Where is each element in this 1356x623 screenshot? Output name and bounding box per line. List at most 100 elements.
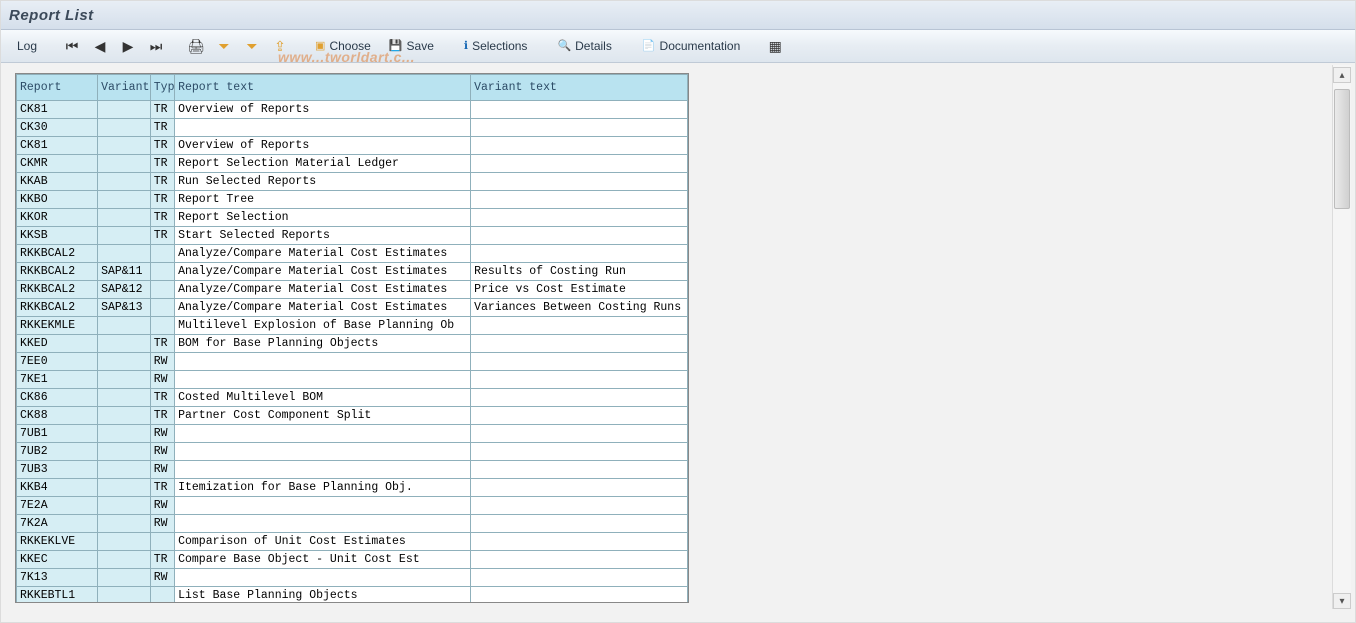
table-row[interactable]: 7UB1RW [17, 425, 688, 443]
report-table[interactable]: Report Variant Typ Report text Variant t… [16, 74, 688, 603]
choose-button[interactable]: ▣ Choose [309, 35, 377, 57]
col-header-report-text[interactable]: Report text [175, 75, 471, 101]
table-row[interactable]: CK30 TR [17, 119, 688, 137]
prev-page-icon[interactable]: ◀ [89, 35, 111, 57]
table-row[interactable]: RKKBCAL2SAP&13Analyze/Compare Material C… [17, 299, 688, 317]
table-row[interactable]: 7UB3RW [17, 461, 688, 479]
documentation-icon: 📄 [642, 41, 656, 52]
table-cell [150, 245, 174, 263]
table-cell [471, 155, 688, 173]
table-row[interactable]: RKKBCAL2SAP&12Analyze/Compare Material C… [17, 281, 688, 299]
table-row[interactable]: 7K2ARW [17, 515, 688, 533]
table-cell [98, 587, 151, 604]
col-header-variant[interactable]: Variant [98, 75, 151, 101]
table-cell [150, 263, 174, 281]
table-cell: RW [150, 461, 174, 479]
table-row[interactable]: 7EE0RW [17, 353, 688, 371]
table-cell: BOM for Base Planning Objects [175, 335, 471, 353]
table-cell: Costed Multilevel BOM [175, 389, 471, 407]
scroll-up-arrow-icon[interactable]: ▴ [1333, 67, 1351, 83]
table-row[interactable]: KKSBTRStart Selected Reports [17, 227, 688, 245]
choose-button-label: Choose [329, 39, 370, 53]
table-cell: TR [150, 335, 174, 353]
table-cell: TR [150, 173, 174, 191]
col-header-typ[interactable]: Typ [150, 75, 174, 101]
col-header-report[interactable]: Report [17, 75, 98, 101]
table-cell [98, 245, 151, 263]
table-header-row[interactable]: Report Variant Typ Report text Variant t… [17, 75, 688, 101]
table-cell [471, 317, 688, 335]
table-row[interactable]: 7E2ARW [17, 497, 688, 515]
export-icon[interactable]: ⇪ [269, 35, 291, 57]
col-header-variant-text[interactable]: Variant text [471, 75, 688, 101]
table-row[interactable]: CK81TROverview of Reports [17, 101, 688, 119]
table-cell [98, 227, 151, 245]
table-row[interactable]: RKKEBTL1List Base Planning Objects [17, 587, 688, 604]
table-cell [471, 533, 688, 551]
selections-button[interactable]: ℹ Selections [458, 35, 534, 57]
table-row[interactable]: CKMRTRReport Selection Material Ledger [17, 155, 688, 173]
table-cell: RW [150, 569, 174, 587]
table-row[interactable]: 7K13RW [17, 569, 688, 587]
table-row[interactable]: RKKBCAL2SAP&11Analyze/Compare Material C… [17, 263, 688, 281]
table-cell [150, 533, 174, 551]
table-cell [471, 587, 688, 604]
documentation-button[interactable]: 📄 Documentation [636, 35, 746, 57]
print-icon[interactable]: 🖨 [185, 35, 207, 57]
table-row[interactable]: 7KE1RW [17, 371, 688, 389]
table-cell [98, 119, 151, 137]
table-cell: Analyze/Compare Material Cost Estimates [175, 299, 471, 317]
scroll-down-arrow-icon[interactable]: ▾ [1333, 593, 1351, 609]
save-button-label: Save [407, 39, 434, 53]
table-row[interactable]: KKEDTRBOM for Base Planning Objects [17, 335, 688, 353]
table-row[interactable]: CK86TRCosted Multilevel BOM [17, 389, 688, 407]
table-row[interactable]: KKECTRCompare Base Object - Unit Cost Es… [17, 551, 688, 569]
table-cell [98, 497, 151, 515]
table-row[interactable]: RKKEKMLEMultilevel Explosion of Base Pla… [17, 317, 688, 335]
table-cell: KKOR [17, 209, 98, 227]
table-row[interactable]: KKB4TRItemization for Base Planning Obj. [17, 479, 688, 497]
table-row[interactable]: RKKEKLVEComparison of Unit Cost Estimate… [17, 533, 688, 551]
table-cell: RW [150, 425, 174, 443]
table-row[interactable]: KKBOTRReport Tree [17, 191, 688, 209]
first-page-icon[interactable]: ⏮ [61, 35, 83, 57]
table-cell [98, 101, 151, 119]
table-row[interactable]: 7UB2RW [17, 443, 688, 461]
details-button[interactable]: 🔍 Details [551, 35, 617, 57]
last-page-icon[interactable]: ⏭ [145, 35, 167, 57]
table-cell: TR [150, 191, 174, 209]
vertical-scrollbar-thumb[interactable] [1334, 89, 1350, 209]
table-cell: Price vs Cost Estimate [471, 281, 688, 299]
table-cell: Itemization for Base Planning Obj. [175, 479, 471, 497]
save-button[interactable]: 💾 Save [383, 35, 440, 57]
table-row[interactable]: RKKBCAL2Analyze/Compare Material Cost Es… [17, 245, 688, 263]
table-cell [471, 227, 688, 245]
table-cell [98, 173, 151, 191]
table-row[interactable]: KKORTRReport Selection [17, 209, 688, 227]
table-cell [175, 515, 471, 533]
table-cell: SAP&12 [98, 281, 151, 299]
table-cell [98, 137, 151, 155]
table-cell: List Base Planning Objects [175, 587, 471, 604]
table-cell: CK88 [17, 407, 98, 425]
filter2-icon[interactable]: ⏷ [241, 35, 263, 57]
log-button-label: Log [17, 39, 37, 53]
table-cell: CK30 [17, 119, 98, 137]
table-cell [471, 425, 688, 443]
log-button[interactable]: Log [11, 35, 43, 57]
table-row[interactable]: KKABTRRun Selected Reports [17, 173, 688, 191]
table-row[interactable]: CK81TROverview of Reports [17, 137, 688, 155]
filter-icon[interactable]: ⏷ [213, 35, 235, 57]
table-cell [98, 533, 151, 551]
table-cell: KKAB [17, 173, 98, 191]
table-cell: TR [150, 119, 174, 137]
layout-icon[interactable]: ▦ [764, 35, 786, 57]
table-cell: RKKBCAL2 [17, 299, 98, 317]
next-page-icon[interactable]: ▶ [117, 35, 139, 57]
table-cell [150, 281, 174, 299]
table-cell: Multilevel Explosion of Base Planning Ob [175, 317, 471, 335]
table-row[interactable]: CK88TRPartner Cost Component Split [17, 407, 688, 425]
table-cell: RKKBCAL2 [17, 263, 98, 281]
table-cell: RW [150, 371, 174, 389]
table-cell: RKKEKLVE [17, 533, 98, 551]
